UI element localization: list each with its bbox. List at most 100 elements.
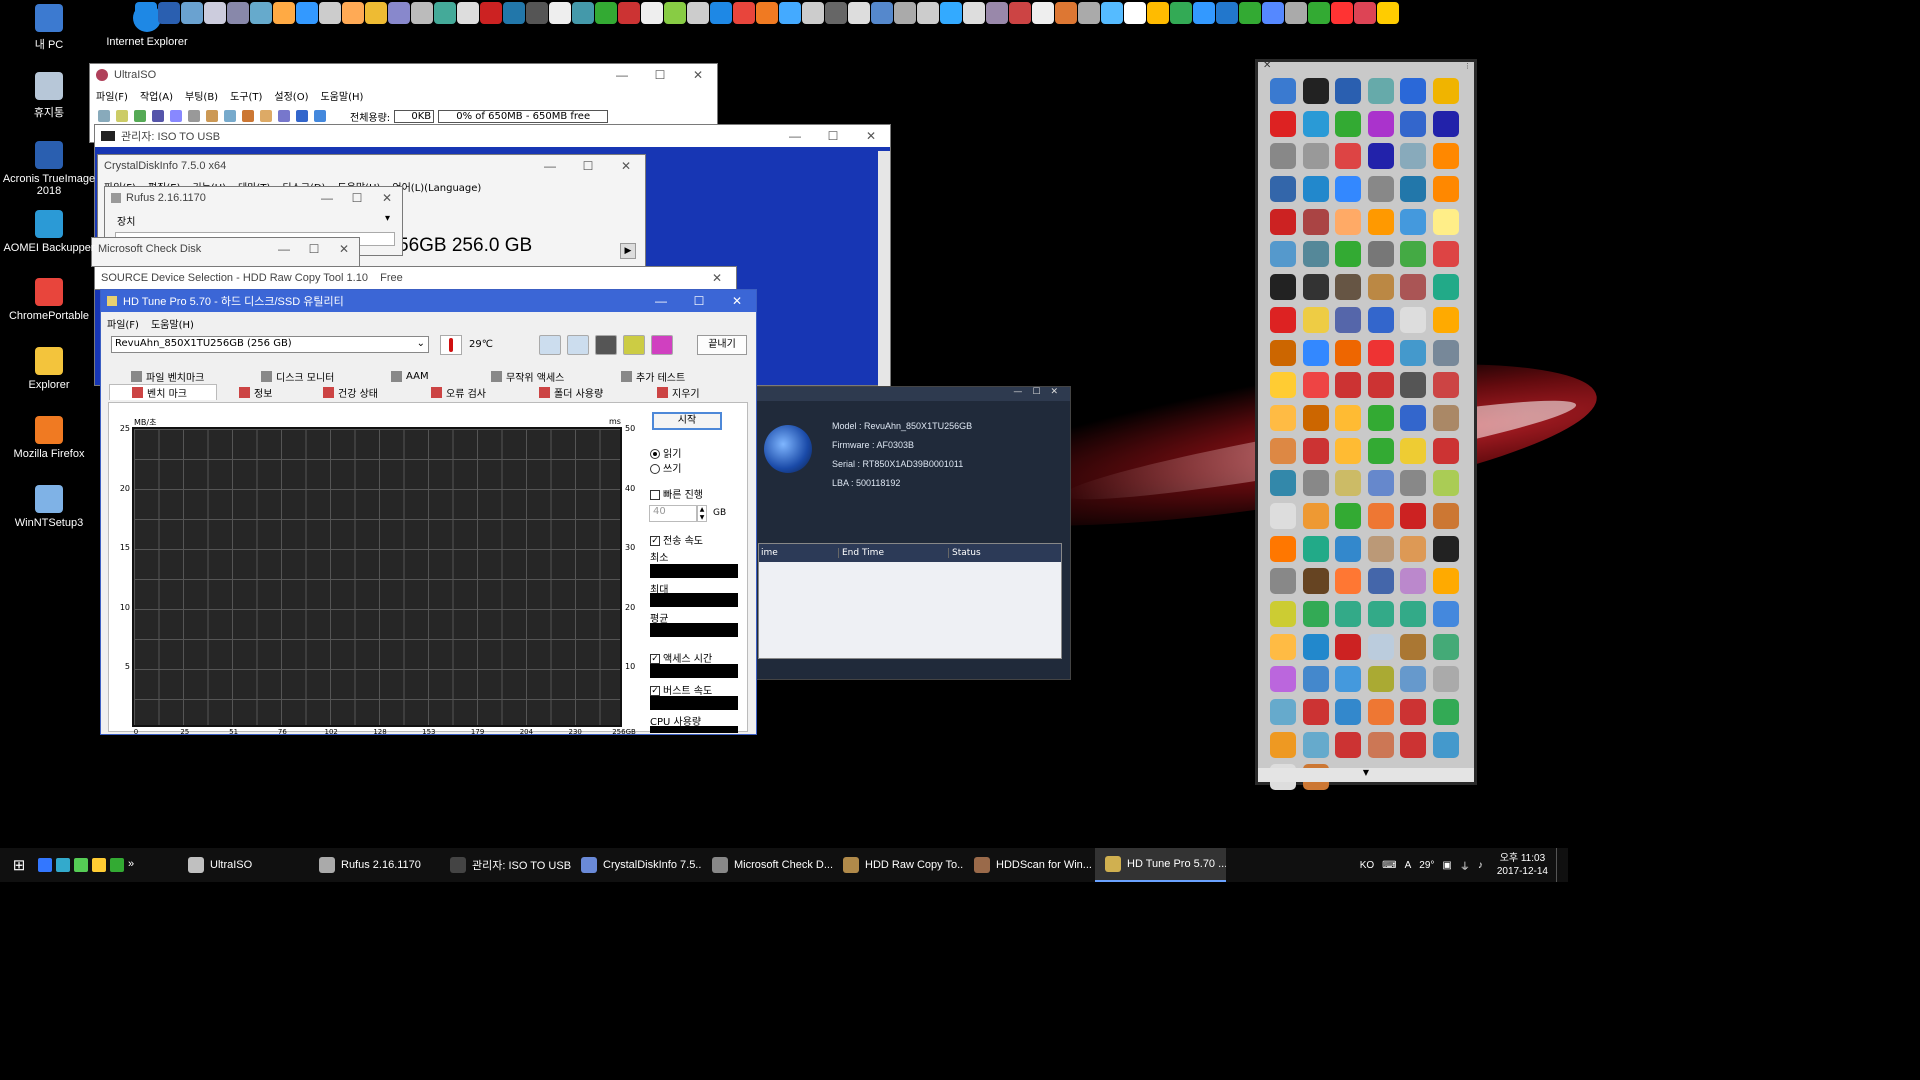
tab[interactable]: 추가 테스트: [599, 368, 709, 384]
column-header[interactable]: ime: [759, 548, 839, 558]
hddscan-titlebar[interactable]: — ☐ ✕: [756, 387, 1070, 401]
launcher-icon[interactable]: [158, 2, 180, 24]
launcher-icon[interactable]: [1335, 535, 1361, 562]
launcher-icon[interactable]: [871, 2, 893, 24]
launcher-icon[interactable]: [1335, 633, 1361, 660]
launcher-icon[interactable]: [1335, 666, 1361, 693]
radio-checked[interactable]: [650, 449, 660, 459]
launcher-icon[interactable]: [1335, 372, 1361, 399]
toolbar-icon[interactable]: [314, 110, 326, 122]
launcher-icon[interactable]: [250, 2, 272, 24]
launcher-icon[interactable]: [1335, 110, 1361, 137]
show-desktop-button[interactable]: [1556, 848, 1560, 882]
launcher-icon[interactable]: [1270, 568, 1296, 595]
launcher-icon[interactable]: [1400, 404, 1426, 431]
launcher-icon[interactable]: [365, 2, 387, 24]
console-scrollbar[interactable]: [878, 151, 890, 387]
launcher-icon[interactable]: [1367, 208, 1394, 235]
launcher-icon[interactable]: [1432, 110, 1459, 137]
column-header[interactable]: Status: [949, 548, 981, 558]
launcher-icon[interactable]: [1400, 306, 1426, 333]
launcher-icon[interactable]: [1262, 2, 1284, 24]
desktop-icon[interactable]: WinNTSetup3: [1, 485, 97, 529]
speaker-icon[interactable]: ♪: [1478, 860, 1483, 871]
maximize-button[interactable]: ☐: [299, 242, 329, 256]
launcher-icon[interactable]: [1367, 699, 1394, 726]
launcher-icon[interactable]: [1367, 143, 1394, 170]
launcher-icon[interactable]: [710, 2, 732, 24]
minimize-button[interactable]: —: [1013, 387, 1022, 401]
tray-language[interactable]: KO: [1360, 860, 1374, 871]
launcher-icon[interactable]: [1432, 274, 1459, 301]
launcher-icon[interactable]: [1302, 176, 1329, 203]
launcher-icon[interactable]: [1302, 372, 1329, 399]
tab[interactable]: 오류 검사: [409, 384, 517, 400]
launcher-icon[interactable]: [1270, 339, 1296, 366]
task-table[interactable]: ime End Time Status: [758, 543, 1062, 659]
launcher-icon[interactable]: [1400, 470, 1426, 497]
toolbar-icon[interactable]: [623, 335, 645, 355]
launcher-icon[interactable]: [1335, 306, 1361, 333]
launcher-icon[interactable]: [1302, 601, 1329, 627]
minimize-button[interactable]: —: [776, 129, 814, 143]
launcher-icon[interactable]: [1335, 437, 1361, 464]
menu-item[interactable]: 도움말(H): [151, 316, 194, 331]
toolbar-icon[interactable]: [224, 110, 236, 122]
menu-item[interactable]: 도움말(H): [320, 88, 363, 103]
launcher-icon[interactable]: [1335, 339, 1361, 366]
launcher-icon[interactable]: [1432, 176, 1459, 203]
launcher-icon[interactable]: [1400, 568, 1426, 595]
quick-launch-icon[interactable]: [56, 858, 70, 872]
checkdisk-window[interactable]: Microsoft Check Disk — ☐ ✕: [91, 237, 360, 267]
launcher-icon[interactable]: [1270, 274, 1296, 301]
launcher-icon[interactable]: [1302, 568, 1329, 595]
launcher-icon[interactable]: [1432, 568, 1459, 595]
gb-stepper[interactable]: ▲ ▼: [697, 505, 707, 522]
launcher-icon[interactable]: [1335, 274, 1361, 301]
launcher-icon[interactable]: [1170, 2, 1192, 24]
launcher-icon[interactable]: [1432, 731, 1459, 758]
launcher-icon[interactable]: [1400, 601, 1426, 627]
menu-item[interactable]: 파일(F): [96, 88, 128, 103]
launcher-icon[interactable]: [1400, 241, 1426, 268]
launcher-icon[interactable]: [1367, 176, 1394, 203]
launcher-icon[interactable]: [1270, 110, 1296, 137]
launcher-icon[interactable]: [1270, 633, 1296, 660]
tab[interactable]: AAM: [369, 368, 469, 384]
maximize-button[interactable]: ☐: [814, 129, 852, 143]
tab[interactable]: 디스크 모니터: [239, 368, 369, 384]
tray-ime[interactable]: A: [1405, 860, 1412, 871]
launcher-icon[interactable]: [1432, 699, 1459, 726]
launcher-icon[interactable]: [1302, 208, 1329, 235]
toolbar-icon[interactable]: [567, 335, 589, 355]
tab[interactable]: 벤치 마크: [109, 384, 217, 400]
launcher-icon[interactable]: [480, 2, 502, 24]
tab[interactable]: 파일 벤치마크: [109, 368, 239, 384]
launcher-icon[interactable]: [1302, 437, 1329, 464]
launcher-icon[interactable]: [687, 2, 709, 24]
launcher-icon[interactable]: [1270, 404, 1296, 431]
launcher-icon[interactable]: [1335, 78, 1361, 104]
launcher-icon[interactable]: [1193, 2, 1215, 24]
overflow-chevron-icon[interactable]: »: [128, 858, 134, 872]
launcher-icon[interactable]: [1270, 176, 1296, 203]
close-button[interactable]: ✕: [852, 129, 890, 143]
toolbar-icon[interactable]: [116, 110, 128, 122]
launcher-icon[interactable]: [1367, 241, 1394, 268]
launcher-icon[interactable]: [1400, 143, 1426, 170]
launcher-icon[interactable]: [1367, 470, 1394, 497]
exit-button[interactable]: 끝내기: [697, 335, 747, 355]
minimize-button[interactable]: —: [269, 242, 299, 256]
launcher-icon[interactable]: [1432, 437, 1459, 464]
launcher-icon[interactable]: [1285, 2, 1307, 24]
close-button[interactable]: ✕: [607, 159, 645, 173]
launcher-icon[interactable]: [1432, 404, 1459, 431]
launcher-icon[interactable]: [1400, 78, 1426, 104]
launcher-icon[interactable]: [1432, 502, 1459, 529]
launcher-icon[interactable]: [1302, 731, 1329, 758]
launcher-icon[interactable]: [1367, 633, 1394, 660]
launcher-icon[interactable]: [1302, 110, 1329, 137]
launcher-icon[interactable]: [1270, 601, 1296, 627]
toolbar-icon[interactable]: [152, 110, 164, 122]
launcher-icon[interactable]: [595, 2, 617, 24]
